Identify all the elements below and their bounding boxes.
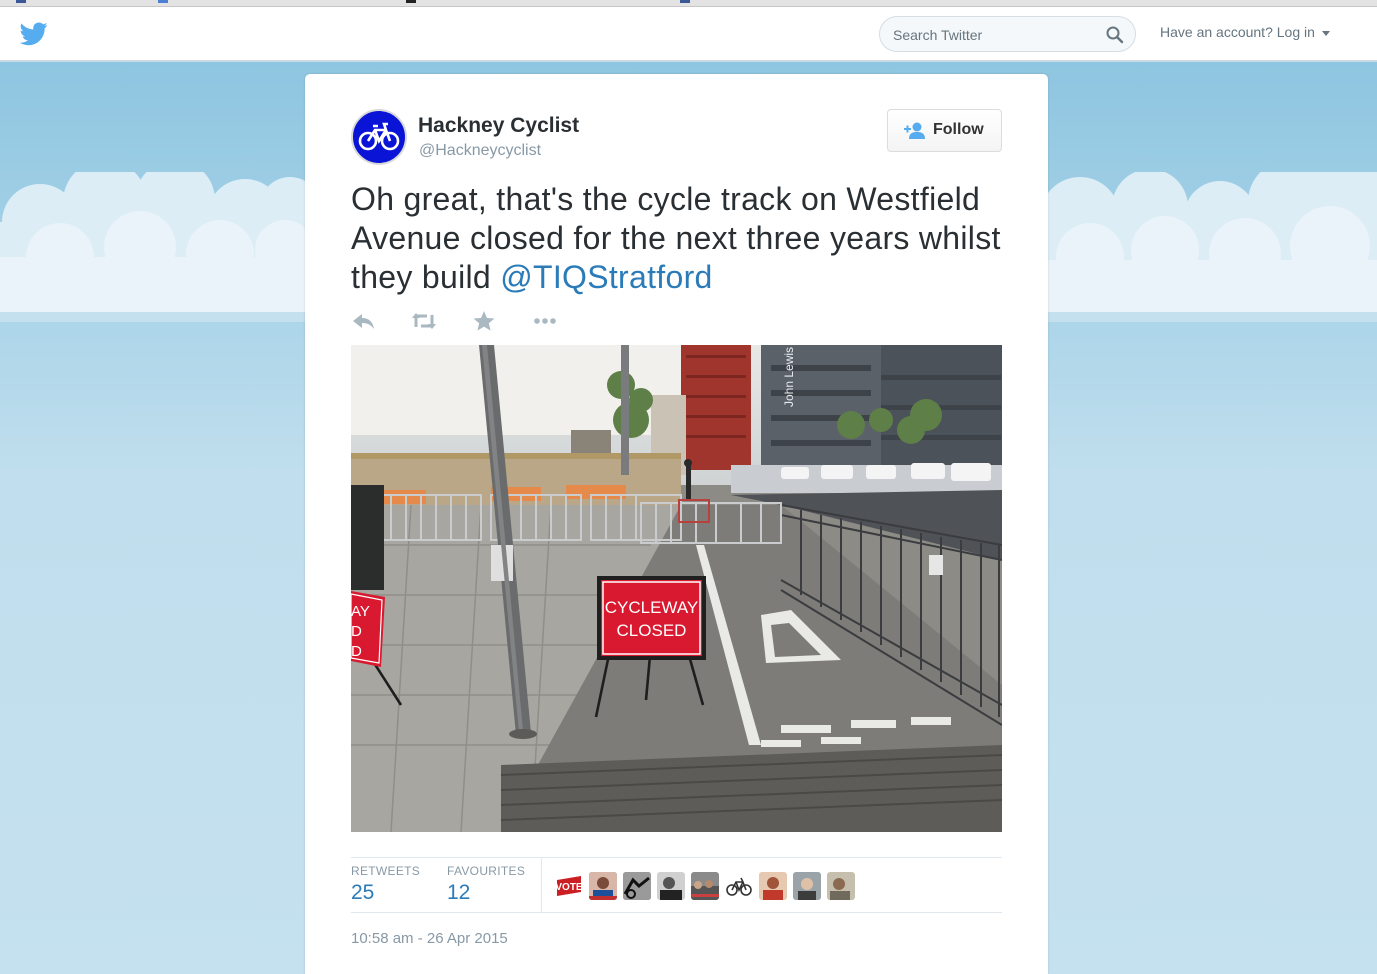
tweet-actions: [351, 310, 601, 332]
stats-divider: [541, 858, 542, 912]
login-label: Have an account? Log in: [1160, 24, 1315, 40]
retweets-label: RETWEETS: [351, 864, 421, 878]
follow-icon: [904, 122, 925, 139]
person-avatar-graphic: [793, 872, 821, 900]
vote-label: VOTE: [555, 882, 583, 893]
retweet-icon[interactable]: [411, 310, 437, 332]
bike-trick-graphic: [623, 872, 651, 900]
author-handle[interactable]: @Hackneycyclist: [419, 142, 541, 160]
sign-text-line2: CLOSED: [617, 621, 687, 640]
follow-button[interactable]: Follow: [887, 109, 1002, 152]
login-menu[interactable]: Have an account? Log in: [1160, 24, 1330, 40]
browser-bookmarks-strip: [0, 0, 1377, 7]
store-sign-john-lewis: John Lewis: [782, 347, 796, 407]
crowd-avatar-graphic: [691, 872, 719, 900]
person-avatar[interactable]: [759, 872, 787, 900]
retweets-stat[interactable]: RETWEETS 25: [351, 864, 420, 905]
person-avatar[interactable]: [589, 872, 617, 900]
caret-down-icon: [1321, 30, 1330, 36]
tweet-text: Oh great, that's the cycle track on West…: [351, 180, 1021, 297]
person-avatar-graphic: [657, 872, 685, 900]
top-navigation-bar: Have an account? Log in: [0, 7, 1377, 61]
sign-text-line1: CYCLEWAY: [605, 598, 699, 617]
favourites-label: FAVOURITES: [447, 864, 526, 878]
person-avatar[interactable]: [827, 872, 855, 900]
cycleway-closed-photo: CYCLEWAY CLOSED AY D D John Lewis: [351, 345, 1002, 832]
person-avatar-graphic: [589, 872, 617, 900]
twitter-bird-icon[interactable]: [20, 22, 48, 46]
author-avatar[interactable]: [351, 109, 407, 165]
favorite-icon[interactable]: [471, 310, 497, 332]
crowd-avatar[interactable]: [691, 872, 719, 900]
person-avatar[interactable]: [793, 872, 821, 900]
bicycle-avatar-graphic: [726, 877, 752, 896]
search-box: [879, 16, 1136, 52]
search-icon[interactable]: [1105, 25, 1125, 45]
retweets-count: 25: [351, 881, 375, 904]
side-sign-line3: D: [351, 643, 362, 660]
mention-link[interactable]: @TIQStratford: [500, 259, 712, 295]
favourites-stat[interactable]: FAVOURITES 12: [447, 864, 525, 905]
follow-label: Follow: [933, 121, 984, 138]
vote-badge-avatar[interactable]: VOTE: [555, 872, 583, 900]
side-sign-line2: D: [351, 623, 362, 640]
bicycle-icon: [358, 122, 400, 151]
person-avatar[interactable]: [657, 872, 685, 900]
author-name[interactable]: Hackney Cyclist: [418, 114, 579, 138]
reply-icon[interactable]: [351, 310, 377, 332]
person-avatar-graphic: [827, 872, 855, 900]
bicycle-avatar[interactable]: [725, 872, 753, 900]
side-sign-line1: AY: [351, 603, 370, 620]
tweet-photo[interactable]: CYCLEWAY CLOSED AY D D John Lewis: [351, 345, 1002, 832]
person-avatar-graphic: [759, 872, 787, 900]
tweet-timestamp[interactable]: 10:58 am - 26 Apr 2015: [351, 930, 508, 947]
bike-trick-avatar[interactable]: [623, 872, 651, 900]
more-icon[interactable]: [532, 310, 558, 332]
tweet-card: Hackney Cyclist @Hackneycyclist Follow O…: [305, 74, 1048, 974]
favourites-count: 12: [447, 881, 471, 904]
search-input[interactable]: [893, 25, 1093, 45]
tweet-stats: RETWEETS 25 FAVOURITES 12 VOTE: [351, 857, 1002, 913]
vote-badge-graphic: VOTE: [555, 876, 583, 896]
